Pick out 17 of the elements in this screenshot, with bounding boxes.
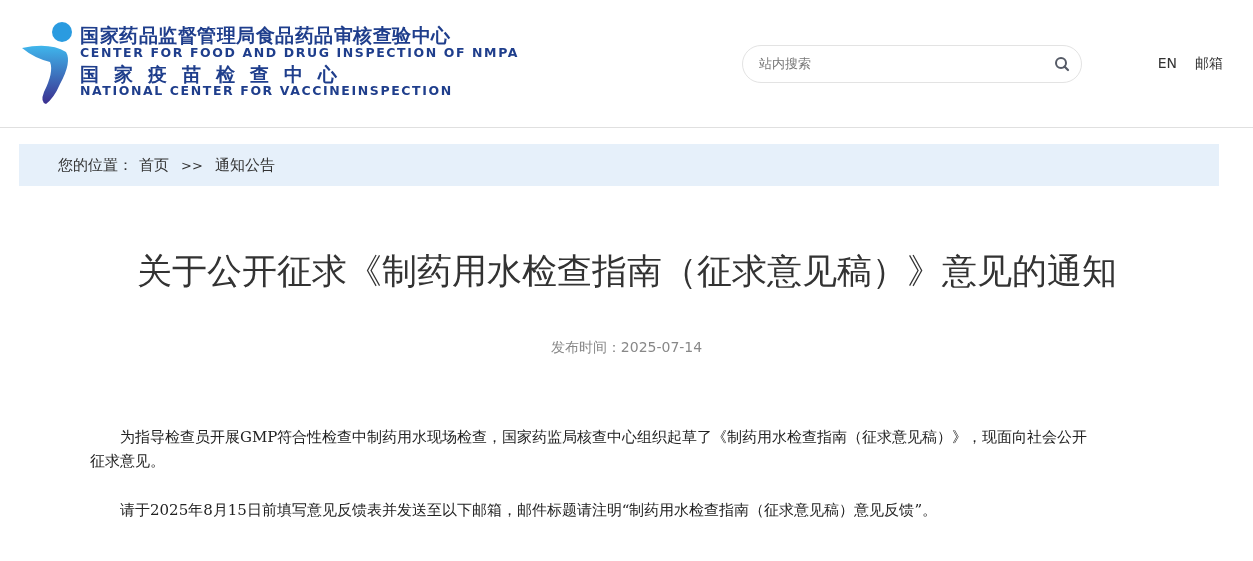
logo-icon <box>20 21 74 106</box>
search-field[interactable]: 站内搜索 <box>741 44 1082 83</box>
logo-subtitle: CENTER FOR FOOD AND DRUG INSPECTION OF NMPA <box>80 45 519 60</box>
breadcrumb-link[interactable]: 通知公告 <box>214 155 275 175</box>
header-link[interactable]: EN <box>1157 54 1177 73</box>
logo-subtitle: NATIONAL CENTER FOR VACCINEINSPECTION <box>80 84 454 99</box>
breadcrumb-link[interactable]: 首页 <box>139 155 169 175</box>
publish-date: 发布时间：2025-07-14 <box>549 339 704 357</box>
article-title: 关于公开征求《制药用水检查指南（征求意见稿）》意见的通知 <box>135 250 1118 293</box>
breadcrumb-separator: >> <box>181 157 203 173</box>
header-link[interactable]: 邮箱 <box>1195 54 1223 73</box>
breadcrumb-label: 您的位置： <box>58 155 133 175</box>
logo-title: 国家疫苗检查中心 <box>80 63 353 85</box>
article-paragraph: 请于2025年8月15日前填写意见反馈表并发送至以下邮箱，邮件标题请注明“制药用水检查指南（征求意见稿）意见反馈”。 <box>119 500 939 521</box>
logo-title: 国家药品监督管理局食品药品审核查验中心 <box>80 24 452 46</box>
article-paragraph: 为指导检查员开展GMP符合性检查中制药用水现场检查，国家药监局核查中心组织起草了《制药用水检查指南（征求意见稿）》，现面向社会公开征求意见。 <box>90 427 1089 472</box>
search-icon[interactable] <box>1053 55 1070 72</box>
